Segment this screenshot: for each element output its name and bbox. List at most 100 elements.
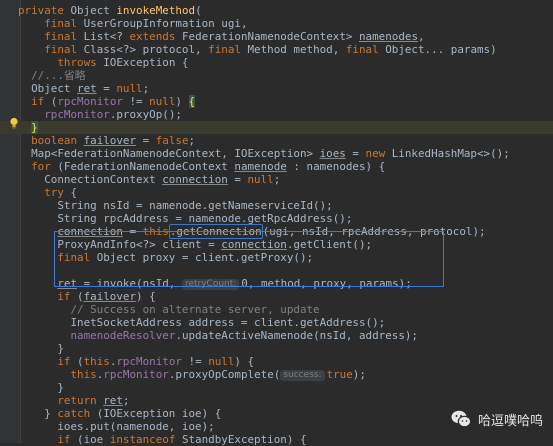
wechat-icon [451,410,472,428]
code-token: ret [77,82,97,95]
code-line[interactable]: ConnectionContext connection = null; [0,173,553,186]
code-line[interactable]: if (ioe instanceof StandbyException) { [0,433,553,446]
code-token: ) { [136,290,156,303]
code-token: IOException { [103,56,189,69]
code-line[interactable]: } [0,342,553,355]
code-token: Object [70,4,117,17]
code-line[interactable]: private Object invokeMethod( [0,4,553,17]
code-line[interactable]: rpcMonitor.proxyOp(); [0,108,553,121]
code-token: ; [142,82,150,95]
code-line[interactable]: Object ret = null; [0,82,553,95]
code-line[interactable]: final Class<?> protocol, final Method me… [0,43,553,56]
watermark-text: 哈逗噗哈呜 [477,413,543,429]
code-line[interactable]: // Success on alternate server, update [0,303,553,316]
code-line[interactable]: final List<? extends FederationNamenodeC… [0,30,553,43]
code-token: catch [57,407,97,420]
code-token: null [149,95,176,108]
code-token: ) { [234,355,255,368]
code-line[interactable]: boolean failover = false; [0,134,553,147]
code-token: namenode [234,160,287,173]
code-line[interactable]: //...省略 [0,69,553,82]
code-token: ; [188,134,196,147]
code-token: final [18,17,84,30]
code-token: } [18,342,64,355]
code-token: ret [103,394,123,407]
code-token: StandbyException) { [181,433,307,446]
code-line[interactable]: if (failover) { [0,290,553,303]
code-token: = [345,147,366,160]
code-token: return [18,394,104,407]
parameter-hint: success: [280,370,325,381]
code-token: } [18,381,64,394]
code-token: != [122,95,150,108]
code-token: ) [175,95,189,108]
code-token: ( [195,4,202,17]
code-token: InetSocketAddress address = client.getAd… [18,316,386,329]
selection-highlight-box [54,231,444,287]
code-token: connection [162,173,228,186]
code-token: true [326,368,353,381]
code-token: ConnectionContext [18,173,163,186]
code-line[interactable]: namenodeResolver.updateActiveNamenode(ns… [0,329,553,342]
code-line[interactable]: } [0,121,553,134]
code-token: = [227,173,248,186]
code-line[interactable]: this.rpcMonitor.proxyOpComplete(success:… [0,368,553,381]
code-token: : namenodes) { [286,160,386,173]
code-token: // Success on alternate server, update [18,303,320,316]
code-token: .updateActiveNamenode(nsId, address); [175,329,418,342]
code-token: Object [18,82,78,95]
code-token: != [181,355,209,368]
code-token: if [18,290,78,303]
lightbulb-icon[interactable] [9,117,19,129]
code-token: } [18,407,58,420]
code-token: (ioe [77,433,110,446]
code-line[interactable]: for (FederationNamenodeContext namenode … [0,160,553,173]
code-token: Method method, [247,43,346,56]
code-token: Class<?> protocol, [83,43,209,56]
code-token: LinkedHashMap<>(); [391,147,510,160]
code-line[interactable]: if (this.rpcMonitor != null) { [0,355,553,368]
code-token: rpcMonitor [57,95,123,108]
code-token: this [70,368,97,381]
code-token: ioes.put(namenode, ioe); [18,420,215,433]
code-token: for [18,160,58,173]
code-token: final [208,43,248,56]
code-line[interactable]: String rpcAddress = namenode.getRpcAddre… [0,212,553,225]
code-token: = [136,134,156,147]
code-token: failover [83,290,137,303]
code-line[interactable]: return ret; [0,394,553,407]
code-token: false [155,134,189,147]
code-line[interactable]: try { [0,186,553,199]
code-token: UserGroupInformation ugi, [83,17,248,30]
code-token: this [83,355,110,368]
code-editor[interactable]: private Object invokeMethod( final UserG… [0,0,553,446]
code-token: rpcMonitor [44,108,110,121]
code-line[interactable]: } [0,381,553,394]
code-token: if [18,355,78,368]
code-token: new [365,147,392,160]
code-token: failover [83,134,137,147]
code-token: ; [122,394,130,407]
code-line[interactable]: if (rpcMonitor != null) { [0,95,553,108]
code-line[interactable]: Map<FederationNamenodeContext, IOExcepti… [0,147,553,160]
code-token: FederationNamenodeContext> [181,30,359,43]
code-token: namenodes [359,30,419,43]
code-token: = [96,82,117,95]
code-token: final [345,43,386,56]
code-line[interactable]: final UserGroupInformation ugi, [0,17,553,30]
code-line[interactable]: InetSocketAddress address = client.getAd… [0,316,553,329]
code-token: } [31,121,38,134]
code-token: .proxyOpComplete( [168,368,281,381]
code-token: if [18,95,51,108]
code-token: { [188,95,196,108]
code-token: final [18,30,84,43]
code-token: (FederationNamenodeContext [57,160,235,173]
code-line[interactable]: String nsId = namenode.getNameserviceId(… [0,199,553,212]
code-line[interactable]: throws IOException { [0,56,553,69]
code-token: final [18,43,84,56]
code-token: try [18,186,71,199]
